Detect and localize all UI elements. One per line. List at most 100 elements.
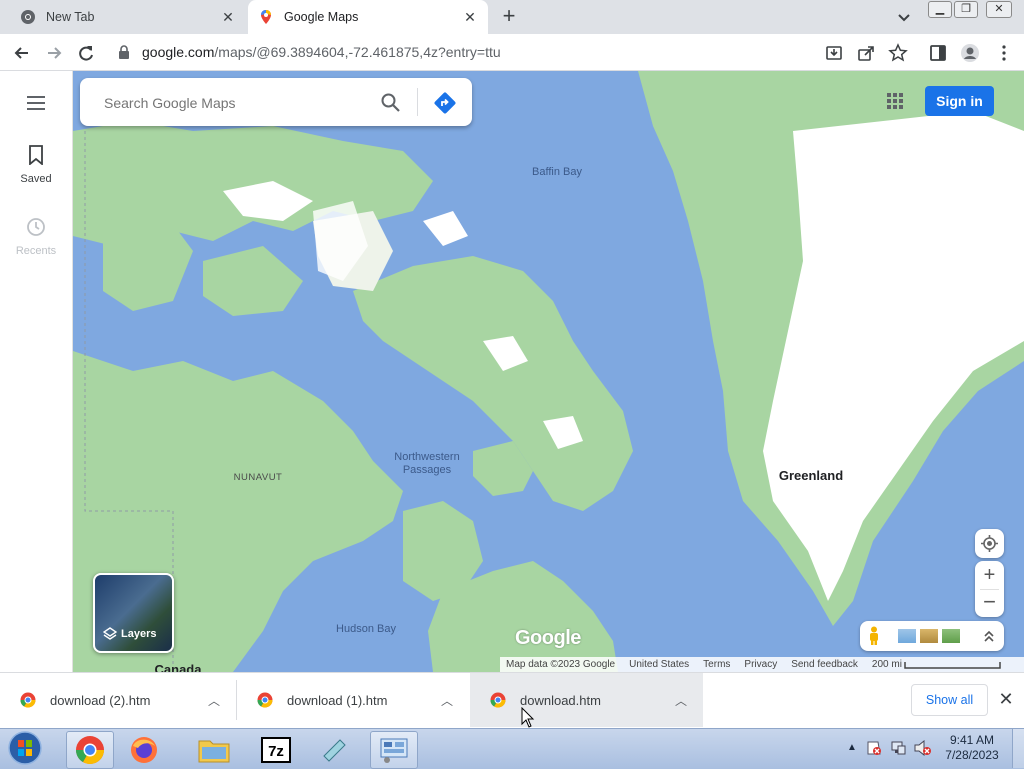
close-window-button[interactable]: ✕ [986,1,1012,18]
download-item[interactable]: download.htm ︿ [470,673,703,727]
map-label-baffin-bay: Baffin Bay [532,166,582,178]
google-apps-icon[interactable] [886,92,904,110]
map-label-greenland: Greenland [778,468,844,483]
bookmark-icon [29,145,43,165]
chrome-file-icon [20,692,36,708]
chrome-icon [76,736,104,764]
url-text[interactable]: google.com/maps/@69.3894604,-72.461875,4… [142,44,501,60]
new-tab-button[interactable]: + [498,5,520,28]
terrain-thumbnail-icon[interactable] [920,629,938,643]
terms-link[interactable]: Terms [703,659,730,670]
download-filename: download.htm [520,692,601,708]
taskbar-firefox-button[interactable] [120,731,168,769]
close-tab-icon[interactable]: ✕ [220,9,236,25]
search-input[interactable] [104,94,364,112]
sign-in-button[interactable]: Sign in [925,86,994,116]
taskbar-explorer-button[interactable] [190,731,238,769]
clock-date: 7/28/2023 [945,748,999,762]
tab-label: Google Maps [284,10,359,24]
google-logo: Google [515,627,581,649]
restore-button[interactable]: ❐ [954,1,978,18]
bookmark-star-icon[interactable] [888,43,908,63]
zoom-controls: + − [975,561,1004,617]
map-label-canada: Canada [154,662,202,672]
lock-icon[interactable] [118,45,130,59]
show-all-button[interactable]: Show all [911,684,988,716]
chevron-up-icon[interactable]: ︿ [675,692,687,709]
share-icon[interactable] [856,43,876,63]
mouse-cursor-icon [521,707,535,728]
map-data-text: Map data ©2023 Google [506,659,616,670]
7zip-icon: 7z [261,737,291,763]
my-location-icon [981,535,998,552]
taskbar-chrome-button[interactable] [66,731,114,769]
tab-new-tab[interactable]: New Tab ✕ [0,0,246,34]
chrome-file-icon [257,692,273,708]
expand-chevron-icon[interactable] [982,628,996,644]
show-hidden-icons-icon[interactable]: ▲ [847,742,857,753]
tab-label: New Tab [46,10,95,24]
send-feedback-link[interactable]: Send feedback [791,659,858,670]
saved-button[interactable]: Saved [0,140,72,190]
scale-text[interactable]: 200 mi [872,659,902,670]
minimize-button[interactable]: ▁ [928,1,952,18]
network-icon[interactable] [890,740,906,756]
saved-label: Saved [20,173,52,185]
control-panel-icon [380,738,408,763]
forward-icon[interactable] [44,43,64,63]
map-label-northwestern-line2: Passages [402,464,452,476]
volume-muted-icon[interactable] [914,740,932,756]
download-item[interactable]: download (1).htm ︿ [237,673,469,727]
chevron-up-icon[interactable]: ︿ [208,692,220,709]
profile-avatar-icon[interactable] [960,43,980,63]
back-icon[interactable] [12,43,32,63]
show-desktop-button[interactable] [1012,729,1024,768]
map-type-controls [860,621,1004,651]
chrome-icon [21,10,35,24]
close-tab-icon[interactable]: ✕ [462,9,478,25]
privacy-link[interactable]: Privacy [744,659,777,670]
pegman-icon[interactable] [868,626,880,646]
search-divider [417,88,418,116]
chevron-up-icon[interactable]: ︿ [441,692,453,709]
taskbar-notepad-button[interactable] [310,731,358,769]
map-attribution-bar: Map data ©2023 Google United States Term… [500,657,1024,672]
start-button[interactable] [4,730,46,766]
browser-menu-icon[interactable] [994,43,1014,63]
map-label-hudson-bay: Hudson Bay [336,623,396,635]
close-downloads-icon[interactable]: ✕ [996,689,1016,709]
download-item[interactable]: download (2).htm ︿ [0,673,236,727]
region-link[interactable]: United States [629,659,689,670]
satellite-thumbnail-icon[interactable] [898,629,916,643]
my-location-button[interactable] [975,529,1004,558]
url-host: google.com [142,44,215,60]
recents-button[interactable]: Recents [0,212,72,262]
taskbar-7zip-button[interactable]: 7z [252,731,300,769]
history-icon [27,218,45,236]
folder-icon [198,740,230,763]
zoom-out-button[interactable]: − [975,589,1004,617]
traffic-thumbnail-icon[interactable] [942,629,960,643]
layers-button[interactable]: Layers [93,573,174,653]
action-center-icon[interactable] [866,740,882,756]
install-app-icon[interactable] [824,43,844,63]
maps-pin-icon [261,10,271,24]
map-canvas[interactable] [73,71,1024,672]
search-icon[interactable] [380,92,401,113]
chrome-file-icon [490,692,506,708]
taskbar-control-panel-button[interactable] [370,731,418,769]
hamburger-menu-icon[interactable] [26,94,46,112]
tab-search-chevron-icon[interactable] [894,8,914,26]
notepad-icon [323,739,346,762]
reload-icon[interactable] [76,43,96,63]
side-panel-icon[interactable] [928,43,948,63]
directions-icon[interactable] [433,91,457,115]
tab-google-maps[interactable]: Google Maps ✕ [248,0,488,34]
zoom-in-button[interactable]: + [975,561,1004,589]
system-clock[interactable]: 9:41 AM 7/28/2023 [940,733,1004,763]
map-label-nunavut: NUNAVUT [233,472,283,483]
url-path: /maps/@69.3894604,-72.461875,4z?entry=tt… [214,44,501,60]
clock-time: 9:41 AM [949,733,995,747]
scale-bar [904,661,1001,669]
layers-icon [103,627,117,640]
